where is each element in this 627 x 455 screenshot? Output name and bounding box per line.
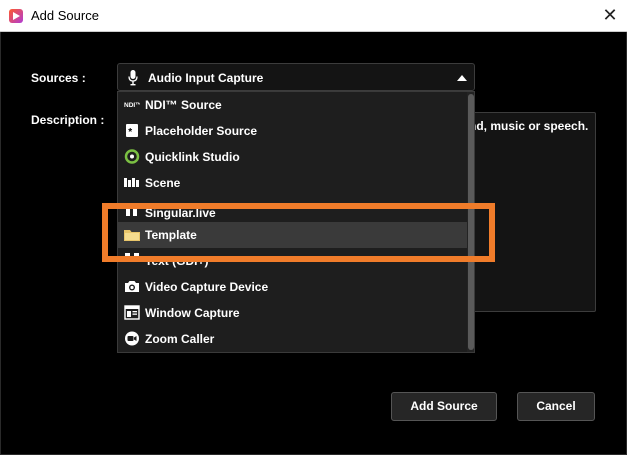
cancel-button[interactable]: Cancel: [517, 392, 595, 421]
sources-label: Sources :: [31, 71, 86, 85]
list-item-zoom-caller[interactable]: Zoom Caller: [118, 326, 468, 352]
microphone-icon: [128, 70, 138, 86]
window-title: Add Source: [31, 8, 99, 23]
svg-text:NDI™: NDI™: [124, 102, 140, 109]
list-item-scene[interactable]: Scene: [118, 170, 468, 196]
list-item-label: Scene: [145, 176, 181, 190]
list-item-label: Zoom Caller: [145, 332, 215, 346]
list-item-label: Quicklink Studio: [145, 150, 240, 164]
list-item-window-capture[interactable]: Window Capture: [118, 300, 468, 326]
description-text: nd, music or speech.: [469, 119, 589, 133]
chevron-up-icon: [457, 75, 467, 81]
list-item-placeholder-source[interactable]: * Placeholder Source: [118, 118, 468, 144]
app-logo-icon: [9, 9, 23, 23]
list-item-label: Video Capture Device: [145, 280, 269, 294]
annotation-highlight-box: [102, 203, 495, 262]
ndi-icon: NDI™: [124, 102, 140, 109]
close-button[interactable]: ✕: [596, 2, 624, 28]
list-item-quicklink-studio[interactable]: Quicklink Studio: [118, 144, 468, 170]
asterisk-icon: *: [126, 124, 138, 138]
list-item-ndi-source[interactable]: NDI™ NDI™ Source: [118, 92, 468, 118]
window-icon: [124, 305, 140, 320]
sources-combobox[interactable]: Audio Input Capture: [117, 63, 475, 91]
zoom-icon: [125, 331, 139, 346]
scene-icon: [124, 178, 139, 187]
svg-text:*: *: [128, 127, 132, 138]
add-source-button[interactable]: Add Source: [391, 392, 497, 421]
selected-source: Audio Input Capture: [148, 71, 264, 85]
title-bar: Add Source ✕: [0, 0, 627, 32]
list-item-video-capture-device[interactable]: Video Capture Device: [118, 274, 468, 300]
description-label: Description :: [31, 113, 105, 127]
quicklink-icon: [124, 149, 140, 164]
list-item-label: Window Capture: [145, 306, 240, 320]
list-item-label: Placeholder Source: [145, 124, 258, 138]
list-item-label: NDI™ Source: [145, 98, 222, 112]
camera-icon: [125, 281, 139, 292]
